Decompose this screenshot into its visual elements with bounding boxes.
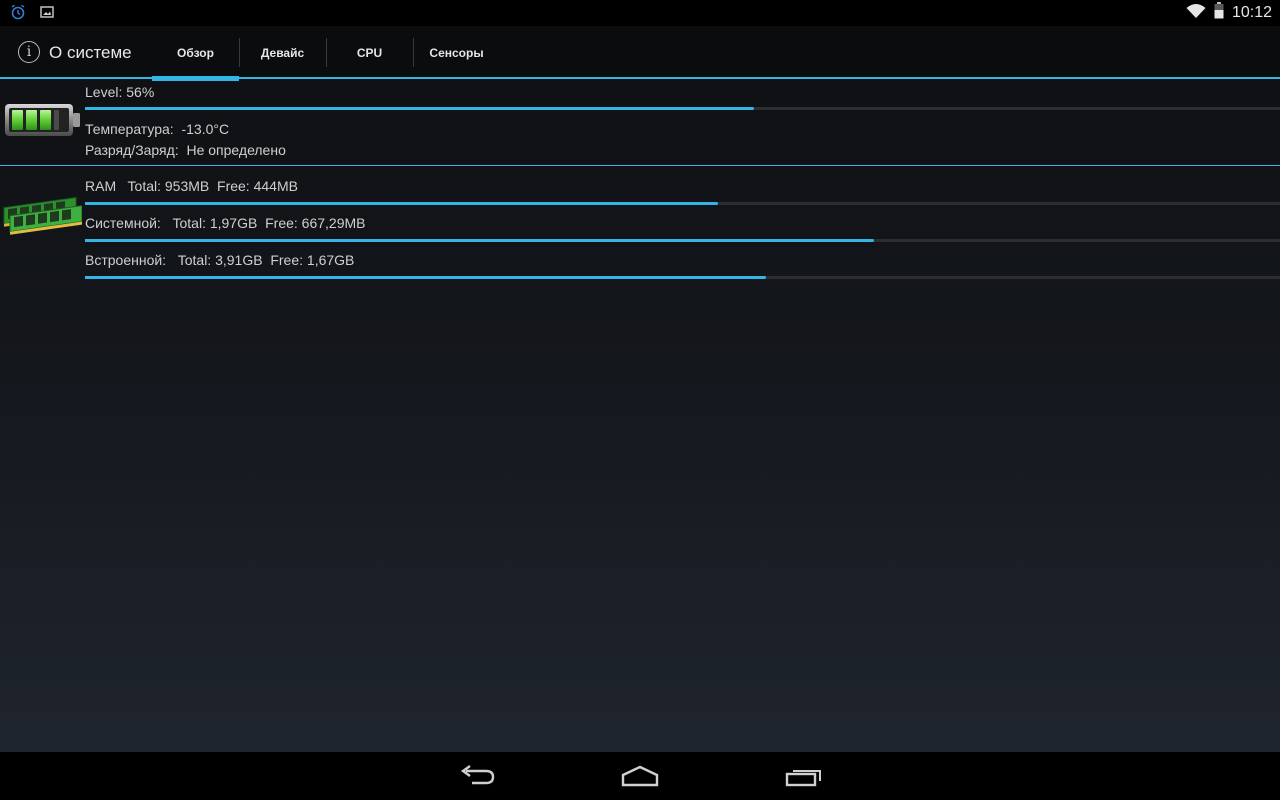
home-icon[interactable] bbox=[620, 764, 660, 793]
battery-charge-state: Разряд/Заряд: Не определено bbox=[85, 142, 286, 158]
tab-label: Девайс bbox=[260, 45, 305, 60]
picture-notification-icon bbox=[40, 5, 54, 24]
tab-sensors[interactable]: Сенсоры bbox=[413, 26, 500, 79]
navigation-bar bbox=[0, 752, 1280, 800]
internal-storage-info: Встроенной: Total: 3,91GB Free: 1,67GB bbox=[85, 252, 355, 268]
ram-usage-fill bbox=[85, 202, 719, 205]
ram-usage-bar bbox=[85, 202, 1280, 205]
tab-bar: Обзор Девайс CPU Сенсоры bbox=[152, 26, 500, 81]
system-storage-bar bbox=[85, 239, 1280, 242]
tab-overview[interactable]: Обзор bbox=[152, 26, 239, 81]
clock: 10:12 bbox=[1231, 4, 1272, 21]
tab-label: Обзор bbox=[177, 45, 214, 60]
battery-level-fill bbox=[85, 107, 755, 110]
tab-device[interactable]: Девайс bbox=[239, 26, 326, 79]
ram-info: RAM Total: 953MB Free: 444MB bbox=[85, 178, 298, 194]
back-icon[interactable] bbox=[458, 764, 498, 793]
internal-storage-fill bbox=[85, 276, 767, 279]
internal-storage-bar bbox=[85, 276, 1280, 279]
system-storage-fill bbox=[85, 239, 874, 242]
battery-status-icon bbox=[1214, 2, 1224, 24]
ram-module-icon bbox=[2, 194, 83, 245]
wifi-icon bbox=[1186, 3, 1206, 24]
tab-label: Сенсоры bbox=[429, 45, 484, 60]
tab-label: CPU bbox=[356, 45, 383, 60]
tab-cpu[interactable]: CPU bbox=[326, 26, 413, 79]
app-title: О системе bbox=[49, 43, 132, 62]
system-storage-info: Системной: Total: 1,97GB Free: 667,29MB bbox=[85, 215, 366, 231]
action-bar: i О системе Обзор Девайс CPU Сенсоры bbox=[0, 26, 1280, 81]
memory-section: RAM Total: 953MB Free: 444MB Системной: … bbox=[0, 167, 1280, 287]
alarm-icon bbox=[10, 4, 26, 25]
recent-apps-icon[interactable] bbox=[784, 764, 824, 793]
battery-temperature: Температура: -13.0°C bbox=[85, 121, 230, 137]
battery-icon bbox=[4, 101, 82, 144]
battery-section: Level: 56% Температура: -13.0°C Разряд/З… bbox=[0, 80, 1280, 166]
battery-level-bar bbox=[85, 107, 1280, 110]
battery-level: Level: 56% bbox=[85, 84, 155, 100]
status-bar: 10:12 bbox=[0, 0, 1280, 26]
info-icon[interactable]: i bbox=[18, 41, 40, 63]
